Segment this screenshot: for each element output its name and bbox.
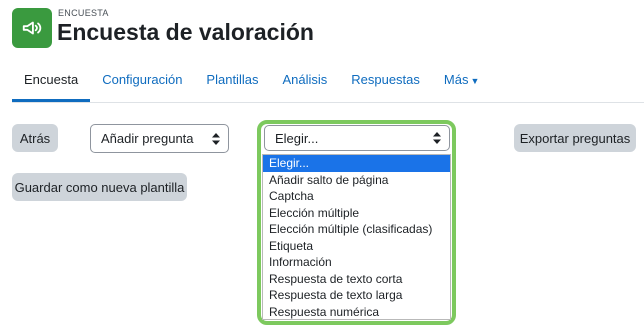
- tab-label: Más: [443, 72, 469, 87]
- option-elegir[interactable]: Elegir...: [263, 155, 450, 172]
- back-button[interactable]: Atrás: [12, 124, 58, 152]
- tab-mas[interactable]: Más ▼: [432, 64, 491, 101]
- tab-label: Encuesta: [24, 72, 79, 87]
- module-type-label: ENCUESTA: [58, 8, 109, 18]
- add-question-select[interactable]: Añadir pregunta: [90, 124, 229, 153]
- tab-plantillas[interactable]: Plantillas: [194, 64, 270, 101]
- select-arrows-icon: [212, 132, 220, 145]
- option-informacion[interactable]: Información: [263, 254, 450, 271]
- select-arrows-icon: [433, 132, 441, 144]
- tab-label: Análisis: [282, 72, 328, 87]
- tab-label: Respuestas: [351, 72, 420, 87]
- page-title: Encuesta de valoración: [57, 19, 314, 45]
- option-anadir-salto-de-pagina[interactable]: Añadir salto de página: [263, 172, 450, 189]
- add-question-value: Añadir pregunta: [101, 131, 194, 146]
- save-as-template-button[interactable]: Guardar como nueva plantilla: [12, 173, 187, 201]
- chevron-down-icon: ▼: [470, 76, 480, 86]
- question-type-value: Elegir...: [275, 130, 319, 146]
- option-captcha[interactable]: Captcha: [263, 188, 450, 205]
- question-type-select[interactable]: Elegir...: [264, 125, 450, 151]
- tab-encuesta[interactable]: Encuesta: [12, 64, 91, 102]
- secondary-navigation: Encuesta Configuración Plantillas Anális…: [12, 64, 644, 103]
- option-respuesta-texto-corta[interactable]: Respuesta de texto corta: [263, 271, 450, 288]
- tab-respuestas[interactable]: Respuestas: [339, 64, 432, 101]
- option-eleccion-multiple-clasificadas[interactable]: Elección múltiple (clasificadas): [263, 221, 450, 238]
- option-respuesta-texto-larga[interactable]: Respuesta de texto larga: [263, 287, 450, 304]
- option-eleccion-multiple[interactable]: Elección múltiple: [263, 205, 450, 222]
- export-questions-button[interactable]: Exportar preguntas: [514, 124, 636, 152]
- option-respuesta-numerica[interactable]: Respuesta numérica: [263, 304, 450, 320]
- tab-label: Configuración: [102, 72, 183, 87]
- tab-configuracion[interactable]: Configuración: [90, 64, 194, 101]
- megaphone-icon: [12, 8, 52, 48]
- tab-analisis[interactable]: Análisis: [270, 64, 339, 101]
- page: ENCUESTA Encuesta de valoración Encuesta…: [0, 0, 644, 328]
- tab-label: Plantillas: [206, 72, 259, 87]
- question-type-options: Elegir... Añadir salto de página Captcha…: [262, 154, 451, 320]
- option-etiqueta[interactable]: Etiqueta: [263, 238, 450, 255]
